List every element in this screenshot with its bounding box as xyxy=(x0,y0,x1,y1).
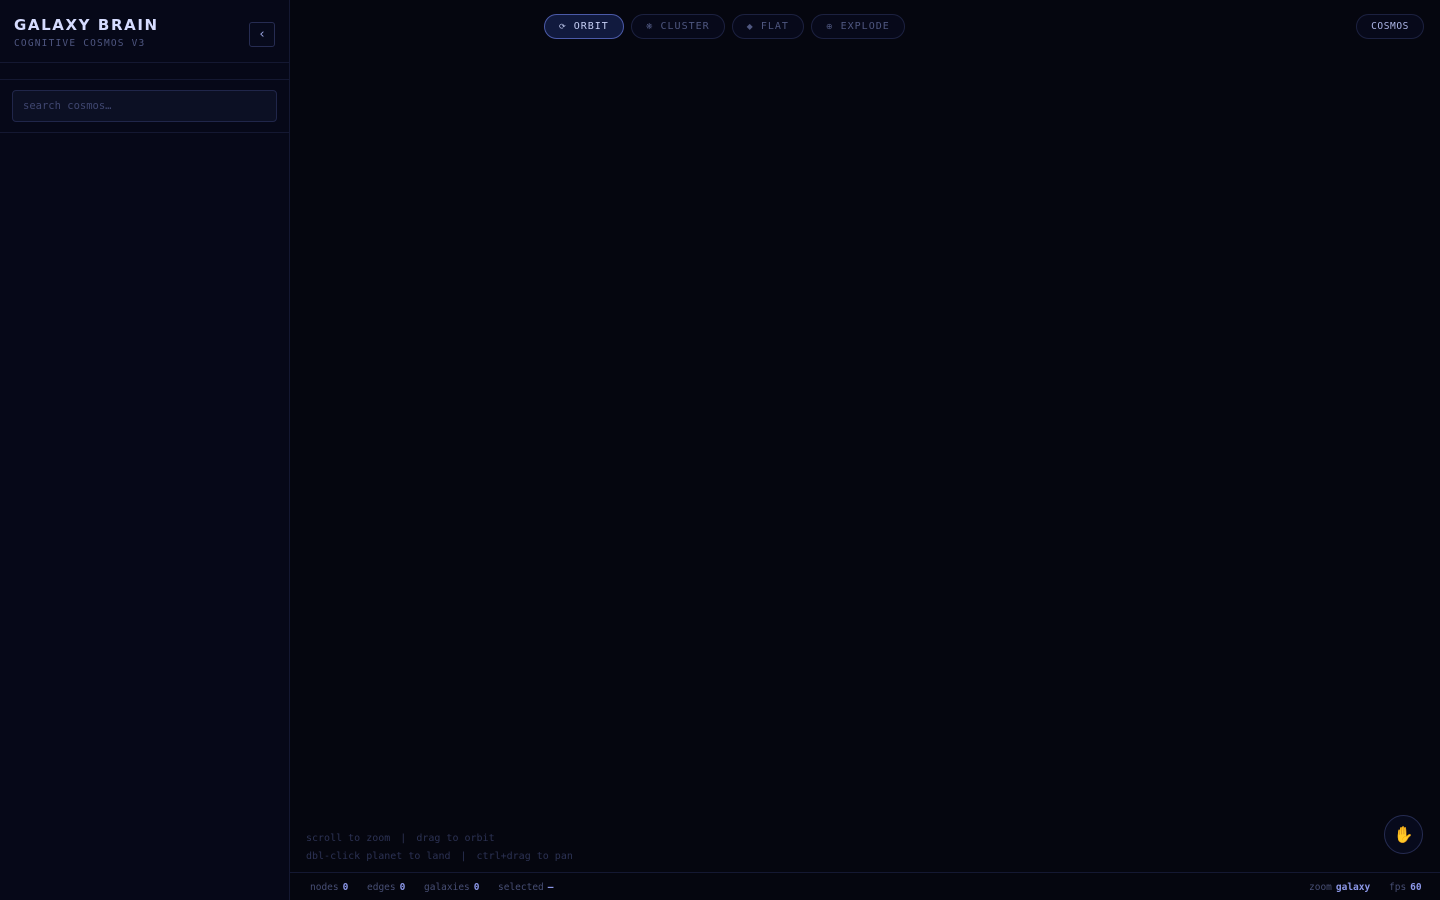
mode-cluster-button[interactable]: ❋ CLUSTER xyxy=(630,14,725,39)
cluster-icon: ❋ xyxy=(645,22,654,31)
collapse-sidebar-button[interactable]: ‹ xyxy=(249,22,275,47)
hint-line-2: dbl-click planet to land | ctrl+drag to pa… xyxy=(306,848,573,866)
search-section xyxy=(0,79,289,133)
stat-nodes: nodes 0 xyxy=(310,882,348,893)
stat-value: 60 xyxy=(1410,882,1422,893)
sidebar-header: GALAXY BRAIN COGNITIVE COSMOS V3 ‹ xyxy=(0,0,289,63)
cosmos-view-button[interactable]: COSMOS xyxy=(1356,14,1424,39)
stat-label: selected xyxy=(498,882,544,893)
stat-label: galaxies xyxy=(424,882,470,893)
mode-label: EXPLODE xyxy=(840,21,890,32)
mode-label: FLAT xyxy=(760,21,789,32)
hint-line-1: scroll to zoom | drag to orbit xyxy=(306,830,573,848)
pan-tool-button[interactable]: ✋ xyxy=(1384,815,1423,854)
mode-orbit-button[interactable]: ⟳ ORBIT xyxy=(544,14,624,39)
sidebar: GALAXY BRAIN COGNITIVE COSMOS V3 ‹ xyxy=(0,0,290,900)
cosmos-canvas[interactable] xyxy=(290,0,1440,872)
search-input[interactable] xyxy=(12,90,277,122)
mode-label: ORBIT xyxy=(573,21,609,32)
mode-label: CLUSTER xyxy=(660,21,710,32)
stat-edges: edges 0 xyxy=(367,882,405,893)
explode-icon: ⊕ xyxy=(825,22,834,31)
hint-drag-orbit: drag to orbit xyxy=(416,833,495,844)
stat-value: 0 xyxy=(473,882,480,893)
stat-label: nodes xyxy=(310,882,339,893)
hint-dblclick-land: dbl-click planet to land xyxy=(306,851,451,862)
hint-separator: | xyxy=(460,851,467,862)
hint-ctrl-drag-pan: ctrl+drag to pan xyxy=(476,851,573,862)
diamond-icon: ◆ xyxy=(746,22,754,31)
stat-value: galaxy xyxy=(1335,882,1371,893)
stat-fps: fps 60 xyxy=(1389,882,1422,893)
stat-galaxies: galaxies 0 xyxy=(424,882,480,893)
stat-selected: selected — xyxy=(498,882,554,893)
chevron-left-icon: ‹ xyxy=(259,27,265,42)
brand-title: GALAXY BRAIN xyxy=(14,16,159,34)
hint-scroll-zoom: scroll to zoom xyxy=(306,833,391,844)
stat-label: fps xyxy=(1389,882,1407,893)
stat-label: edges xyxy=(367,882,396,893)
stat-value: — xyxy=(547,882,554,893)
mode-explode-button[interactable]: ⊕ EXPLODE xyxy=(810,14,905,39)
stat-value: 0 xyxy=(342,882,349,893)
hint-separator: | xyxy=(400,833,407,844)
brand-subtitle: COGNITIVE COSMOS V3 xyxy=(14,38,146,49)
stat-zoom: zoom galaxy xyxy=(1309,882,1370,893)
mode-flat-button[interactable]: ◆ FLAT xyxy=(731,14,804,39)
status-bar: nodes 0 edges 0 galaxies 0 selected — zoom ga… xyxy=(290,872,1440,900)
hand-icon: ✋ xyxy=(1393,825,1414,844)
orbit-icon: ⟳ xyxy=(559,22,567,31)
controls-hint: scroll to zoom | drag to orbit dbl-click p… xyxy=(306,830,573,866)
stat-value: 0 xyxy=(399,882,406,893)
mode-toolbar: ⟳ ORBIT ❋ CLUSTER ◆ FLAT ⊕ EXPLODE xyxy=(544,14,905,39)
stat-label: zoom xyxy=(1309,882,1332,893)
